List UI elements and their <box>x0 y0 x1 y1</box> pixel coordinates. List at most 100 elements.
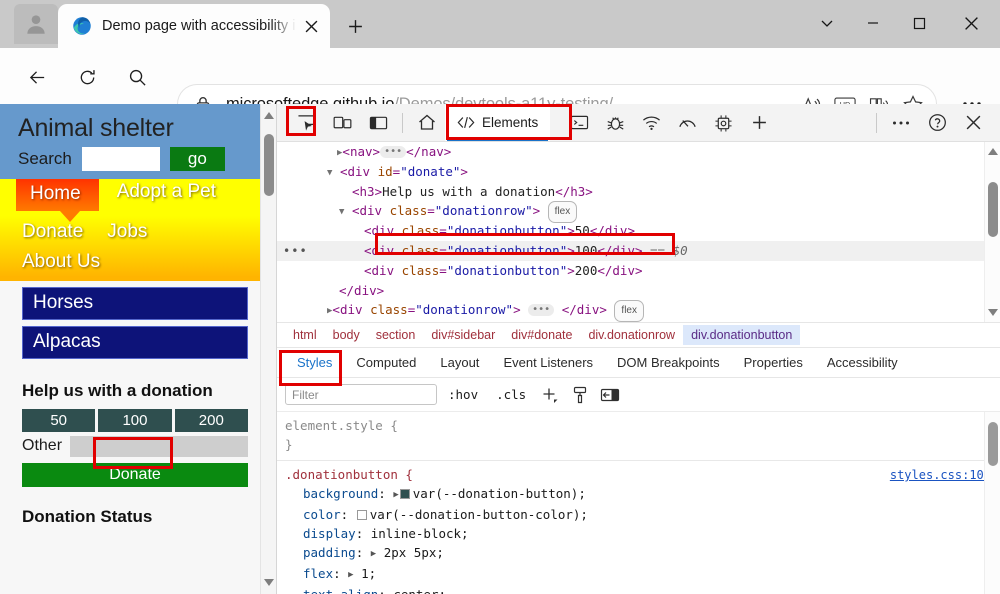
nav-item-adopt-a-pet[interactable]: Adopt a Pet <box>111 179 222 205</box>
donation-button-50[interactable]: 50 <box>22 408 96 432</box>
dom-tree[interactable]: ▶<nav> ••• </nav> ▼ <div id="donate"> <h3>… <box>277 142 1000 322</box>
color-swatch[interactable] <box>399 489 410 499</box>
dom-scroll-up-arrow-icon[interactable] <box>988 148 998 155</box>
expand-arrow-icon[interactable]: ▶ <box>371 549 376 559</box>
tab-actions-chevron-down-icon[interactable] <box>804 0 850 46</box>
print-media-icon[interactable] <box>597 384 623 406</box>
nav-item-jobs[interactable]: Jobs <box>101 219 153 245</box>
donate-submit-button[interactable]: Donate <box>22 462 248 487</box>
breadcrumb-body[interactable]: body <box>325 325 368 345</box>
hov-button[interactable]: :hov <box>441 385 485 404</box>
dom-scrollbar-thumb[interactable] <box>988 182 998 237</box>
twisty-down-icon[interactable]: ▼ <box>327 168 332 178</box>
network-wifi-icon[interactable] <box>636 109 666 137</box>
styles-scrollbar[interactable] <box>984 412 1000 594</box>
breadcrumb-div-donate[interactable]: div#donate <box>503 325 580 345</box>
go-button[interactable]: go <box>169 146 225 171</box>
help-question-icon[interactable] <box>922 109 952 137</box>
more-tools-dots-icon[interactable] <box>886 109 916 137</box>
nav-item-donate[interactable]: Donate <box>16 219 89 245</box>
debugger-bug-icon[interactable] <box>600 109 630 137</box>
page-scrollbar[interactable] <box>260 104 276 594</box>
dock-side-icon[interactable] <box>363 109 393 137</box>
tab-styles[interactable]: Styles <box>285 351 344 374</box>
donation-button-100[interactable]: 100 <box>98 408 172 432</box>
dom-tree-scrollbar[interactable] <box>984 142 1000 322</box>
dom-node-h3[interactable]: <h3>Help us with a donation</h3> <box>277 182 1000 202</box>
dom-node-donationbutton-50[interactable]: <div class="donationbutton">50</div> <box>277 221 1000 241</box>
declaration-color[interactable]: color: var(--donation-button-color); <box>285 505 993 524</box>
styles-rules-pane[interactable]: element.style { } styles.css:107 .donati… <box>277 412 1000 594</box>
dom-node-donationrow-1[interactable]: ▼ <div class="donationrow"> flex <box>277 201 1000 224</box>
expand-arrow-icon[interactable]: ▶ <box>348 570 353 580</box>
new-tab-button[interactable] <box>340 12 370 40</box>
new-style-rule-icon[interactable] <box>537 384 563 406</box>
styles-filter-input[interactable] <box>285 384 437 405</box>
styles-scrollbar-thumb[interactable] <box>988 422 998 466</box>
rule-element-style[interactable]: element.style { } <box>277 412 1000 460</box>
rule-element-style-selector[interactable]: element.style { <box>285 416 993 435</box>
row-menu-dots-icon[interactable]: ••• <box>283 242 308 262</box>
declaration-flex[interactable]: flex: ▶ 1; <box>285 564 993 585</box>
rule-donationbutton[interactable]: styles.css:107 .donationbutton { backgro… <box>277 460 1000 594</box>
color-swatch[interactable] <box>356 510 367 520</box>
tab-close-icon[interactable] <box>298 13 324 39</box>
scroll-up-arrow-icon[interactable] <box>264 112 274 119</box>
device-emulation-icon[interactable] <box>327 109 357 137</box>
tab-properties[interactable]: Properties <box>732 351 815 374</box>
search-input[interactable] <box>81 146 160 171</box>
dom-scroll-down-arrow-icon[interactable] <box>988 309 998 316</box>
breadcrumb-div-sidebar[interactable]: div#sidebar <box>423 325 503 345</box>
rule-donationbutton-selector[interactable]: .donationbutton { <box>285 465 993 484</box>
search-icon[interactable] <box>122 62 152 92</box>
flex-badge[interactable]: flex <box>614 300 644 322</box>
declaration-text-align[interactable]: text-align: center; <box>285 585 993 594</box>
collapsed-ellipsis-icon[interactable]: ••• <box>380 146 407 158</box>
maximize-icon[interactable] <box>896 0 942 46</box>
tab-layout[interactable]: Layout <box>428 351 491 374</box>
dom-node-close-div[interactable]: </div> <box>277 281 1000 301</box>
collapsed-ellipsis-icon[interactable]: ••• <box>528 304 555 317</box>
declaration-background[interactable]: background: ▶ var(--donation-button); <box>285 484 993 505</box>
more-tabs-plus-icon[interactable] <box>744 109 774 137</box>
breadcrumb-html[interactable]: html <box>285 325 325 345</box>
declaration-display[interactable]: display: inline-block; <box>285 524 993 543</box>
twisty-right-icon[interactable]: ▶ <box>327 306 332 316</box>
breadcrumb-div-donationbutton[interactable]: div.donationbutton <box>683 325 801 345</box>
element-classes-icon[interactable] <box>567 384 593 406</box>
declaration-padding[interactable]: padding: ▶ 2px 5px; <box>285 543 993 564</box>
other-amount-input[interactable] <box>70 435 248 457</box>
dom-node-donationrow-2[interactable]: ▶<div class="donationrow"> ••• </div> fl… <box>277 300 1000 322</box>
tab-dom-breakpoints[interactable]: DOM Breakpoints <box>605 351 732 374</box>
profile-button[interactable] <box>14 4 58 44</box>
flex-badge[interactable]: flex <box>547 201 578 224</box>
scroll-down-arrow-icon[interactable] <box>264 579 274 586</box>
breadcrumb-div-donationrow[interactable]: div.donationrow <box>580 325 683 345</box>
animal-button-alpacas[interactable]: Alpacas <box>22 325 248 359</box>
close-window-icon[interactable] <box>942 0 1000 46</box>
minimize-icon[interactable] <box>850 0 896 46</box>
back-arrow-icon[interactable] <box>22 62 52 92</box>
rule-source-link[interactable]: styles.css:107 <box>890 466 991 485</box>
twisty-down-icon[interactable]: ▼ <box>339 207 344 217</box>
welcome-home-icon[interactable] <box>412 109 442 137</box>
dom-node-nav[interactable]: ▶<nav> ••• </nav> <box>277 142 1000 162</box>
dom-node-donationbutton-100-selected[interactable]: ••• <div class="donationbutton">100</div>… <box>277 240 1000 262</box>
breadcrumb-section[interactable]: section <box>368 325 424 345</box>
tab-computed[interactable]: Computed <box>344 351 428 374</box>
nav-item-home[interactable]: Home <box>16 178 99 222</box>
dom-node-div-donate[interactable]: ▼ <div id="donate"> <box>277 162 1000 182</box>
cls-button[interactable]: .cls <box>489 385 533 404</box>
page-scrollbar-thumb[interactable] <box>264 134 274 196</box>
animal-button-horses[interactable]: Horses <box>22 286 248 320</box>
performance-gauge-icon[interactable] <box>672 109 702 137</box>
inspect-element-icon[interactable] <box>291 109 321 137</box>
browser-tab[interactable]: Demo page with accessibility issu <box>58 4 330 48</box>
nav-item-about-us[interactable]: About Us <box>16 249 106 275</box>
tab-accessibility[interactable]: Accessibility <box>815 351 910 374</box>
twisty-right-icon[interactable]: ▶ <box>337 148 342 158</box>
console-icon[interactable] <box>564 109 594 137</box>
donation-button-200[interactable]: 200 <box>174 408 248 432</box>
dom-node-donationbutton-200[interactable]: <div class="donationbutton">200</div> <box>277 261 1000 281</box>
expand-arrow-icon[interactable]: ▶ <box>393 490 398 500</box>
